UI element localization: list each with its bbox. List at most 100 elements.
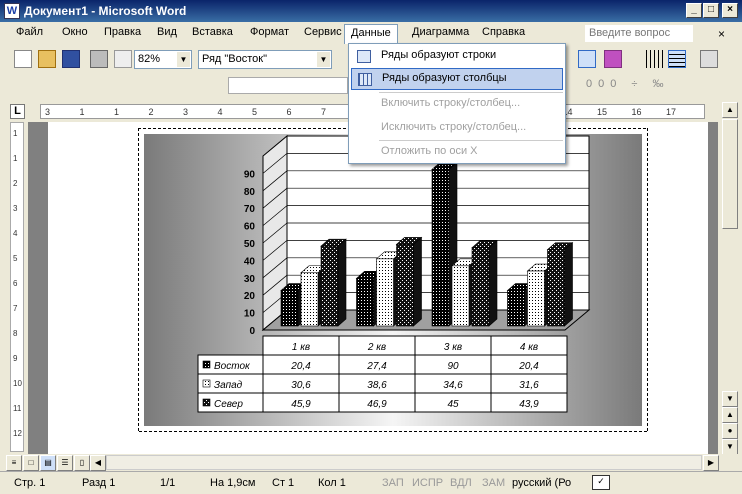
- menu-5[interactable]: Формат: [250, 26, 289, 38]
- chart-type-icon[interactable]: [604, 50, 622, 68]
- word-app-icon[interactable]: W: [4, 3, 20, 19]
- scroll-thumb[interactable]: [722, 119, 738, 229]
- menu-item-plot-on-x-axis[interactable]: Отложить по оси X: [351, 142, 563, 164]
- menu-0[interactable]: Файл: [16, 26, 43, 38]
- by-column-icon[interactable]: [646, 50, 664, 68]
- reading-view-icon[interactable]: ▯: [74, 455, 90, 471]
- y-tick-label: 40: [244, 256, 256, 267]
- bar: [396, 244, 414, 327]
- bar: [527, 270, 545, 327]
- ruler-tick-label: 8: [13, 329, 18, 338]
- y-tick-label: 70: [244, 204, 256, 215]
- ruler-tick-label: 6: [286, 107, 292, 117]
- close-doc-icon[interactable]: ×: [718, 27, 725, 41]
- vertical-ruler[interactable]: 1 1 2 3 4 5 6 7 8 9 10 11 12: [10, 122, 24, 452]
- outline-view-icon[interactable]: ☰: [57, 455, 73, 471]
- close-button[interactable]: ×: [722, 3, 738, 18]
- menu-2[interactable]: Правка: [104, 26, 141, 38]
- legend-icon[interactable]: [700, 50, 718, 68]
- table-cell: 46,9: [367, 399, 387, 410]
- legend-key: [202, 398, 211, 407]
- ruler-tick-label: 7: [13, 304, 18, 313]
- save-icon[interactable]: [62, 50, 80, 68]
- print-icon[interactable]: [90, 50, 108, 68]
- menu-item-series-in-columns[interactable]: Ряды образуют столбцы: [351, 68, 563, 90]
- data-table-icon[interactable]: [578, 50, 596, 68]
- menu-8[interactable]: Диаграмма: [412, 26, 469, 38]
- status-trk[interactable]: ИСПР: [412, 477, 443, 489]
- table-cell: 90: [447, 361, 459, 372]
- chart-objects-combo[interactable]: Ряд "Восток" ▼: [198, 50, 332, 69]
- spelling-check-icon[interactable]: ✓: [592, 475, 610, 490]
- scroll-up-icon[interactable]: ▲: [722, 102, 738, 118]
- bar-side: [488, 240, 498, 327]
- by-row-icon[interactable]: [668, 50, 686, 68]
- table-cell: 30,6: [291, 380, 311, 391]
- y-tick-label: 0: [249, 326, 255, 337]
- bar: [431, 169, 450, 327]
- ruler-tick-label: 5: [13, 254, 18, 263]
- preview-icon[interactable]: [114, 50, 132, 68]
- hscroll-track[interactable]: [106, 455, 702, 470]
- ruler-tick-label: 16: [631, 107, 642, 117]
- menu-6[interactable]: Сервис: [304, 26, 342, 38]
- menu-7[interactable]: Данные: [344, 24, 398, 44]
- print-layout-icon[interactable]: ▤: [40, 455, 56, 471]
- columns-icon: [358, 73, 372, 86]
- minimize-button[interactable]: _: [686, 3, 702, 18]
- maximize-button[interactable]: □: [703, 3, 719, 18]
- select-browse-object-icon[interactable]: ●: [722, 423, 738, 439]
- prev-page-icon[interactable]: ▲: [722, 407, 738, 423]
- menu-1[interactable]: Окно: [62, 26, 88, 38]
- y-tick-label: 80: [244, 187, 256, 198]
- bar: [451, 265, 470, 327]
- y-tick-label: 90: [244, 169, 256, 180]
- legend-key: [202, 379, 211, 388]
- font-combo[interactable]: [228, 77, 348, 94]
- scroll-down-icon[interactable]: ▼: [722, 391, 738, 407]
- ruler-tick-label: 1: [114, 107, 120, 117]
- scroll-left-icon[interactable]: ◀: [90, 455, 106, 471]
- new-doc-icon[interactable]: [14, 50, 32, 68]
- open-folder-icon[interactable]: [38, 50, 56, 68]
- ruler-tick-label: 4: [13, 229, 18, 238]
- ruler-tick-label: 5: [252, 107, 258, 117]
- status-ext[interactable]: ВДЛ: [450, 477, 472, 489]
- y-tick-label: 30: [244, 274, 256, 285]
- scroll-right-icon[interactable]: ▶: [703, 455, 719, 471]
- normal-view-icon[interactable]: ≡: [6, 455, 22, 471]
- ruler-tick-label: 1: [13, 129, 18, 138]
- legend-key: [202, 360, 211, 369]
- bar-side: [564, 241, 573, 327]
- bar: [471, 247, 490, 327]
- status-section: Разд 1: [82, 477, 116, 489]
- menu-4[interactable]: Вставка: [192, 26, 233, 38]
- next-page-icon[interactable]: ▼: [722, 439, 738, 455]
- status-page: Стр. 1: [14, 477, 46, 489]
- table-col-header: 2 кв: [367, 342, 386, 353]
- menu-item-exclude-row-col[interactable]: Исключить строку/столбец...: [351, 118, 563, 140]
- ruler-tick-label: 2: [148, 107, 154, 117]
- bar-side: [337, 238, 347, 327]
- menu-3[interactable]: Вид: [157, 26, 177, 38]
- status-ovr[interactable]: ЗАМ: [482, 477, 505, 489]
- ruler-tick-label: 17: [666, 107, 677, 117]
- table-col-header: 1 кв: [292, 342, 310, 353]
- tab-selector-icon[interactable]: L: [10, 104, 25, 119]
- zoom-combo[interactable]: 82% ▼: [134, 50, 192, 69]
- status-rec[interactable]: ЗАП: [382, 477, 404, 489]
- menu-9[interactable]: Справка: [482, 26, 525, 38]
- vertical-scrollbar[interactable]: ▲ ▼ ▲ ● ▼: [718, 101, 742, 455]
- ask-question-input[interactable]: Введите вопрос: [585, 25, 693, 42]
- menu-item-include-row-col[interactable]: Включить строку/столбец...: [351, 94, 563, 116]
- table-col-header: 4 кв: [520, 342, 538, 353]
- table-col-header: 3 кв: [444, 342, 462, 353]
- status-column: Кол 1: [318, 477, 346, 489]
- format-buttons[interactable]: 000 ÷ ‰: [586, 78, 670, 90]
- web-view-icon[interactable]: □: [23, 455, 39, 471]
- ruler-tick-label: 10: [13, 379, 22, 388]
- status-pages: 1/1: [160, 477, 176, 489]
- embedded-chart[interactable]: 0 10 20 30 40 50 60 70 80 90 1 кв 2 кв 3 кв 4 кв Вост…: [138, 128, 648, 432]
- menu-item-series-in-rows[interactable]: Ряды образуют строки: [351, 46, 563, 68]
- bar: [300, 272, 319, 327]
